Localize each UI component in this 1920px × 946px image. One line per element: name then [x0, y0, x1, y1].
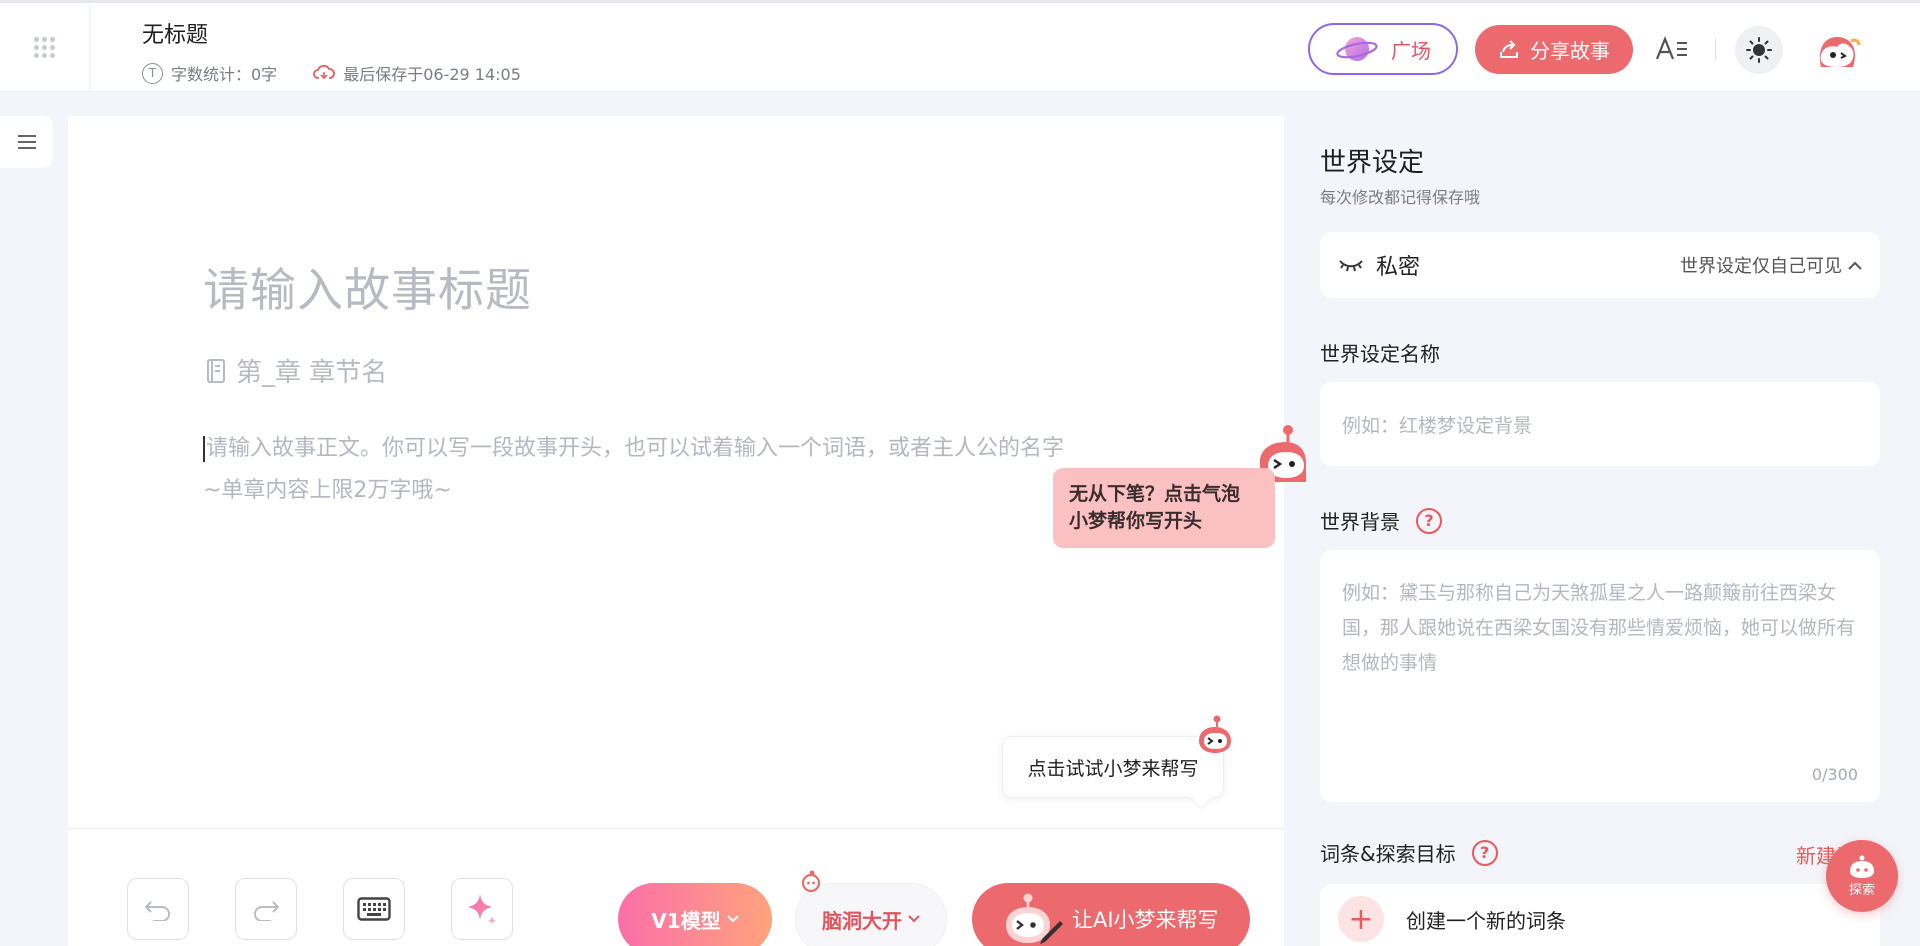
eye-closed-icon — [1339, 260, 1363, 272]
world-background-label-text: 世界背景 — [1320, 510, 1400, 534]
theme-toggle-button[interactable] — [1735, 26, 1783, 74]
create-term-label: 创建一个新的词条 — [1406, 908, 1566, 933]
share-icon — [1500, 39, 1518, 58]
ai-write-label: 让AI小梦来帮写 — [1072, 908, 1219, 932]
world-name-input[interactable]: 例如：红楼梦设定背景 — [1320, 382, 1880, 466]
font-settings-icon[interactable] — [1654, 33, 1690, 65]
keyboard-button[interactable] — [343, 878, 405, 940]
word-count: 字数统计：0字 — [171, 65, 278, 84]
undo-button[interactable] — [127, 878, 189, 940]
chevron-down-icon — [726, 915, 739, 923]
text-count-icon: T — [142, 62, 163, 84]
bubble-line2: 小梦帮你写开头 — [1069, 510, 1203, 532]
privacy-value: 世界设定仅自己可见 — [1680, 252, 1862, 278]
menu-icon — [17, 135, 36, 149]
help-icon[interactable]: ? — [1416, 507, 1442, 534]
user-avatar[interactable] — [1813, 27, 1861, 75]
body-placeholder-line1: 请输入故事正文。你可以写一段故事开头，也可以试着输入一个词语，或者主人公的名字 — [206, 436, 1065, 461]
model-label: V1模型 — [651, 908, 721, 933]
sun-icon — [1746, 37, 1772, 63]
apps-grid-icon — [34, 37, 55, 58]
undo-icon — [144, 901, 170, 921]
bubble-line1: 无从下笔？点击气泡 — [1069, 483, 1241, 505]
privacy-label: 私密 — [1376, 255, 1421, 280]
plaza-label: 广场 — [1391, 38, 1431, 63]
ai-write-button[interactable]: 让AI小梦来帮写 — [972, 883, 1250, 946]
redo-button[interactable] — [235, 878, 297, 940]
privacy-select[interactable]: 私密 世界设定仅自己可见 — [1320, 232, 1880, 298]
mascot-small-icon — [1199, 715, 1231, 753]
keyboard-icon — [357, 897, 391, 921]
body-placeholder-line2: ~单章内容上限2万字哦~ — [203, 478, 452, 503]
writing-prompt-bubble[interactable]: 无从下笔？点击气泡 小梦帮你写开头 — [1053, 468, 1275, 548]
redo-icon — [254, 901, 280, 921]
world-name-label-text: 世界设定名称 — [1320, 342, 1440, 366]
top-bar: 无标题 T 字数统计：0字 最后保存于06-29 14:05 广场 分享故事 — [0, 0, 1920, 92]
ai-help-hint[interactable]: 点击试试小梦来帮写 — [1002, 736, 1224, 798]
magic-polish-button[interactable] — [451, 878, 513, 940]
chapter-placeholder: 第_章 章节名 — [236, 358, 388, 388]
document-title[interactable]: 无标题 — [142, 17, 208, 49]
plaza-button[interactable]: 广场 — [1308, 23, 1458, 75]
sparkle-icon — [467, 894, 496, 925]
char-counter: 0/300 — [1811, 765, 1858, 784]
share-label: 分享故事 — [1530, 39, 1610, 63]
mode-label: 脑洞大开 — [822, 908, 902, 933]
panel-subtitle: 每次修改都记得保存哦 — [1320, 188, 1481, 207]
terms-label: 词条&探索目标 ? — [1320, 838, 1498, 867]
world-name-placeholder: 例如：红楼梦设定背景 — [1342, 414, 1533, 437]
story-editor: 请输入故事标题 第_章 章节名 请输入故事正文。你可以写一段故事开头，也可以试着… — [68, 116, 1306, 946]
terms-label-text: 词条&探索目标 — [1320, 842, 1456, 866]
explore-label: 探索 — [1848, 882, 1875, 898]
help-icon[interactable]: ? — [1471, 839, 1498, 866]
divider — [1715, 38, 1716, 60]
outline-toggle-button[interactable] — [0, 116, 53, 168]
world-settings-panel: 世界设定 每次修改都记得保存哦 私密 世界设定仅自己可见 世界设定名称 例如：红… — [1284, 92, 1920, 946]
world-background-label: 世界背景 ? — [1320, 506, 1442, 535]
story-title-input[interactable]: 请输入故事标题 — [203, 254, 532, 320]
notebook-icon — [207, 358, 225, 383]
story-body-input[interactable]: 请输入故事正文。你可以写一段故事开头，也可以试着输入一个词语，或者主人公的名字 … — [203, 428, 1163, 512]
mascot-pin-icon — [801, 870, 821, 892]
chapter-name-input[interactable]: 第_章 章节名 — [206, 352, 387, 389]
panel-title: 世界设定 — [1320, 148, 1425, 178]
apps-menu-button[interactable] — [0, 3, 90, 92]
world-background-input[interactable]: 例如：黛玉与那称自己为天煞孤星之人一路颠簸前往西梁女国，那人跟她说在西梁女国没有… — [1320, 550, 1880, 802]
writing-mode-select[interactable]: 脑洞大开 — [795, 870, 947, 946]
plus-icon: + — [1338, 896, 1384, 942]
model-select[interactable]: V1模型 — [618, 883, 772, 946]
editor-toolbar: V1模型 脑洞大开 让AI小梦来帮写 — [68, 828, 1284, 946]
share-story-button[interactable]: 分享故事 — [1475, 25, 1633, 74]
document-meta: T 字数统计：0字 最后保存于06-29 14:05 — [142, 61, 521, 85]
world-name-label: 世界设定名称 — [1320, 338, 1440, 367]
privacy-value-text: 世界设定仅自己可见 — [1680, 256, 1842, 277]
text-caret — [203, 436, 205, 462]
planet-icon — [1336, 37, 1378, 61]
world-background-placeholder: 例如：黛玉与那称自己为天煞孤星之人一路颠簸前往西梁女国，那人跟她说在西梁女国没有… — [1342, 582, 1856, 674]
create-term-button[interactable]: + 创建一个新的词条 — [1320, 884, 1880, 946]
explore-fab-button[interactable]: 探索 — [1826, 840, 1898, 912]
mascot-explore-icon — [1850, 855, 1874, 878]
cloud-save-icon — [313, 64, 336, 80]
chevron-down-icon — [908, 915, 920, 923]
last-saved: 最后保存于06-29 14:05 — [343, 65, 521, 84]
chevron-up-icon — [1848, 261, 1862, 270]
mascot-pen-icon — [1006, 893, 1063, 944]
